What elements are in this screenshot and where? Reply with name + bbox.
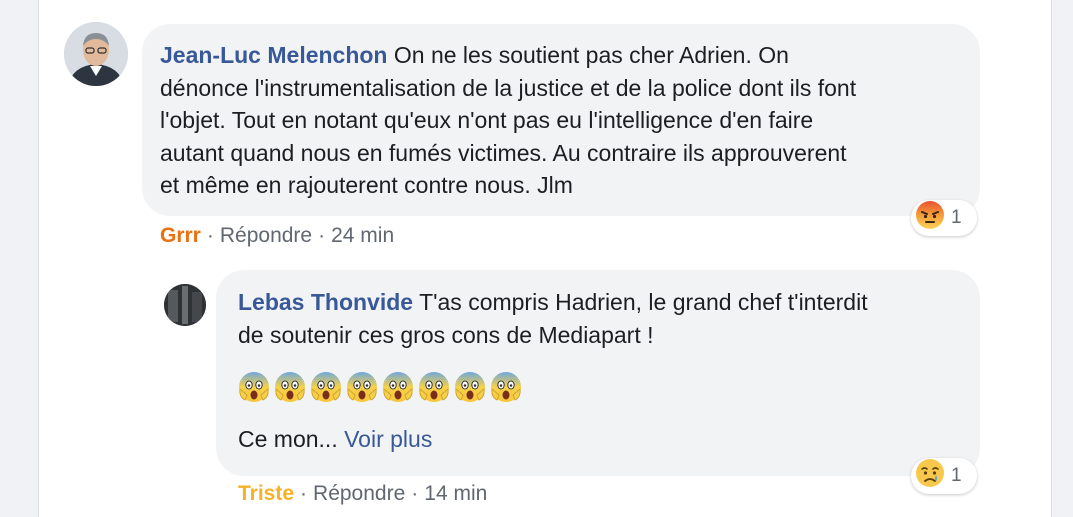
comment-line: Lebas Thonvide T'as compris Hadrien, le … (238, 286, 980, 319)
comment-text: autant quand nous en fumés victimes. Au … (160, 139, 847, 166)
reply-button[interactable]: Répondre (313, 482, 405, 505)
avatar[interactable] (64, 22, 128, 86)
reply-button[interactable]: Répondre (220, 224, 312, 247)
comment-text: et même en rajouterent contre nous. Jlm (160, 172, 573, 198)
separator: · (411, 482, 419, 505)
truncated-text: Ce mon... (238, 426, 338, 452)
reaction-button[interactable]: Triste (238, 482, 294, 505)
comment-author[interactable]: Lebas Thonvide (238, 289, 413, 315)
screaming-face-emoji-icon (454, 371, 486, 412)
separator: · (300, 482, 308, 505)
comment-text: dénonce l'instrumentalisation de la just… (160, 74, 857, 101)
avatar[interactable] (164, 284, 206, 326)
comment-text: On ne les soutient pas cher Adrien. On (387, 42, 789, 68)
screaming-face-emoji-icon (310, 371, 342, 412)
separator: · (318, 224, 326, 247)
comment-text: T'as compris Hadrien, le grand chef t'in… (413, 289, 868, 315)
comment-bubble: Jean-Luc Melenchon On ne les soutient pa… (142, 24, 980, 216)
reaction-badge[interactable]: 1 (911, 200, 977, 236)
comment-author[interactable]: Jean-Luc Melenchon (160, 42, 387, 68)
comment-more-row: Ce mon... Voir plus (238, 423, 980, 456)
screaming-face-emoji-icon (238, 371, 270, 412)
comment-actions: Triste · Répondre · 14 min (238, 482, 487, 506)
comment-text: l'objet. Tout en notant qu'eux n'ont pas… (160, 107, 814, 133)
reaction-button[interactable]: Grrr (160, 224, 201, 247)
reply-bubble: Lebas Thonvide T'as compris Hadrien, le … (216, 270, 980, 476)
emoji-row (238, 371, 980, 411)
screaming-face-emoji-icon (274, 371, 306, 412)
separator: · (206, 224, 214, 247)
screaming-face-emoji-icon (418, 371, 450, 412)
see-more-link[interactable]: Voir plus (344, 426, 432, 452)
screaming-face-emoji-icon (490, 371, 522, 412)
sad-emoji-icon (915, 458, 945, 494)
comment-time[interactable]: 24 min (331, 224, 394, 247)
comment-time[interactable]: 14 min (424, 482, 487, 505)
screaming-face-emoji-icon (382, 371, 414, 412)
comment-actions: Grrr · Répondre · 24 min (160, 224, 394, 248)
comment-line: Jean-Luc Melenchon On ne les soutient pa… (160, 39, 980, 72)
comment-text: de soutenir ces gros cons de Mediapart ! (238, 321, 654, 348)
reaction-count: 1 (951, 465, 962, 486)
angry-emoji-icon (915, 200, 945, 236)
screaming-face-emoji-icon (346, 371, 378, 412)
reaction-badge[interactable]: 1 (911, 458, 977, 494)
reaction-count: 1 (951, 207, 962, 228)
